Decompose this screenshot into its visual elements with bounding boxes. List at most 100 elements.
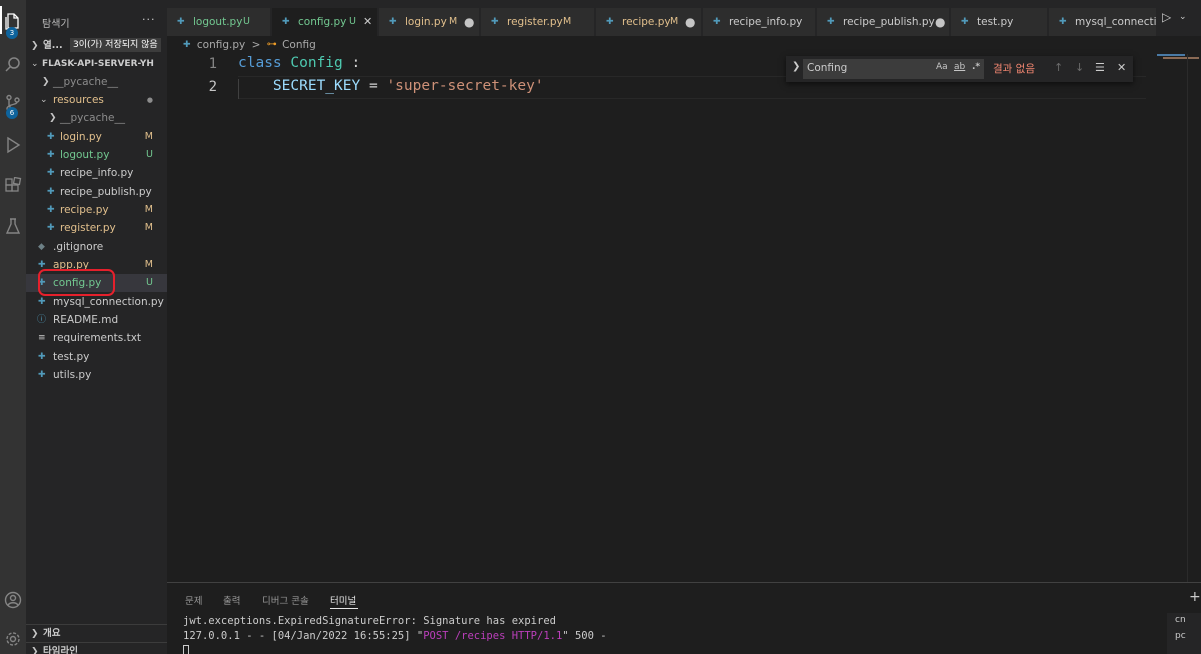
tree-item-recipe-py[interactable]: ✚ recipe.py M xyxy=(26,201,167,219)
tree-item-gitignore[interactable]: ◆ .gitignore xyxy=(26,238,167,256)
chevron-right-icon: ❯ xyxy=(31,41,39,51)
tab-recipe-info-py[interactable]: ✚ recipe_info.py xyxy=(703,8,816,36)
tab-terminal[interactable]: 터미널 xyxy=(330,593,356,607)
editor-tab-bar: ✚ logout.py U ✚ config.py U ✕ ✚ login.py… xyxy=(167,0,1201,36)
unsaved-dot: ● xyxy=(685,15,696,29)
regex-toggle[interactable]: .* xyxy=(972,62,980,72)
python-file-icon: ✚ xyxy=(183,40,191,50)
chevron-right-icon: ❯ xyxy=(49,113,57,123)
search-icon[interactable] xyxy=(0,50,26,80)
tree-item-login-py[interactable]: ✚ login.py M xyxy=(26,128,167,146)
python-file-icon: ✚ xyxy=(47,150,55,160)
code-editor[interactable]: 1 class Config : 2 SECRET_KEY = 'super-s… xyxy=(167,54,1201,582)
tree-item-register-py[interactable]: ✚ register.py M xyxy=(26,219,167,237)
tree-item-logout-py[interactable]: ✚ logout.py U xyxy=(26,146,167,164)
tab-register-py[interactable]: ✚ register.py M xyxy=(481,8,595,36)
timeline-section-header[interactable]: ❯ 타임라인 xyxy=(26,642,167,654)
python-file-icon: ✚ xyxy=(389,17,397,27)
whole-word-toggle[interactable]: ab xyxy=(954,62,965,72)
terminal-list-item[interactable]: pc xyxy=(1175,631,1186,641)
open-editors-label: 열... xyxy=(43,40,63,51)
new-terminal-plus-icon[interactable]: + xyxy=(1189,589,1201,605)
python-file-icon: ✚ xyxy=(38,352,46,362)
chevron-right-icon: ❯ xyxy=(31,647,39,654)
chevron-down-icon: ⌄ xyxy=(31,59,39,69)
settings-gear-icon[interactable] xyxy=(0,624,26,654)
python-file-icon: ✚ xyxy=(177,17,185,27)
terminal-list-item[interactable]: cn xyxy=(1175,615,1186,625)
tab-output[interactable]: 출력 xyxy=(223,593,240,607)
explorer-badge: 3 xyxy=(6,27,18,39)
class-symbol-icon: ⊶ xyxy=(266,39,277,50)
terminal-line: 127.0.0.1 - - [04/Jan/2022 16:55:25] "PO… xyxy=(183,630,607,642)
tree-item-utils-py[interactable]: ✚ utils.py xyxy=(26,366,167,384)
project-name: FLASK-API-SERVER-YH xyxy=(42,59,154,69)
vertical-scrollbar[interactable] xyxy=(1187,54,1201,582)
unsaved-count-badge: 3이(가) 저장되지 않음 xyxy=(70,38,161,52)
text-file-icon: ≡ xyxy=(38,333,46,343)
terminal-line: jwt.exceptions.ExpiredSignatureError: Si… xyxy=(183,615,556,627)
tree-item-resources-pycache[interactable]: ❯ __pycache__ xyxy=(26,109,167,127)
python-file-icon: ✚ xyxy=(282,17,290,27)
code-line[interactable]: SECRET_KEY = 'super-secret-key' xyxy=(238,78,544,94)
tree-item-recipe-publish-py[interactable]: ✚ recipe_publish.py xyxy=(26,183,167,201)
tree-item-requirements-txt[interactable]: ≡ requirements.txt xyxy=(26,329,167,347)
account-icon[interactable] xyxy=(0,585,26,615)
tab-debug-console[interactable]: 디버그 콘솔 xyxy=(262,593,309,607)
python-file-icon: ✚ xyxy=(47,132,55,142)
testing-flask-icon[interactable] xyxy=(0,211,26,241)
line-number: 1 xyxy=(208,56,217,72)
line-number: 2 xyxy=(208,79,217,95)
breadcrumb-file[interactable]: config.py xyxy=(197,37,245,53)
next-match-arrow-icon[interactable]: ↓ xyxy=(1075,61,1084,74)
tab-mysql-connection-py[interactable]: ✚ mysql_connection xyxy=(1049,8,1157,36)
tab-config-py[interactable]: ✚ config.py U ✕ xyxy=(272,8,378,36)
breadcrumb-symbol[interactable]: Config xyxy=(282,37,316,53)
tab-test-py[interactable]: ✚ test.py xyxy=(951,8,1048,36)
python-file-icon: ✚ xyxy=(606,17,614,27)
find-widget: ❯ Confing Aa ab .* 결과 없음 ↑ ↓ ☰ ✕ xyxy=(786,56,1133,82)
sidebar-title: 탐색기 xyxy=(42,19,70,30)
python-file-icon: ✚ xyxy=(961,17,969,27)
run-file-icon[interactable]: ▷ xyxy=(1162,10,1176,26)
close-icon[interactable]: ✕ xyxy=(363,8,372,36)
tab-problems[interactable]: 문제 xyxy=(185,593,202,607)
chevron-right-icon: ❯ xyxy=(42,77,50,87)
code-line[interactable]: class Config : xyxy=(238,55,360,71)
tree-item-test-py[interactable]: ✚ test.py xyxy=(26,348,167,366)
outline-section-header[interactable]: ❯ 개요 xyxy=(26,624,167,642)
tab-login-py[interactable]: ✚ login.py M ● xyxy=(379,8,480,36)
chevron-down-icon[interactable]: ⌄ xyxy=(1179,12,1187,22)
source-control-badge: 6 xyxy=(6,107,18,119)
modified-dot: ● xyxy=(146,96,153,104)
toggle-replace-chevron-icon[interactable]: ❯ xyxy=(792,61,800,72)
previous-match-arrow-icon[interactable]: ↑ xyxy=(1054,61,1063,74)
tab-recipe-publish-py[interactable]: ✚ recipe_publish.py ● xyxy=(817,8,950,36)
python-file-icon: ✚ xyxy=(713,17,721,27)
gear-file-icon: ◆ xyxy=(38,242,45,252)
tab-logout-py[interactable]: ✚ logout.py U xyxy=(167,8,271,36)
python-file-icon: ✚ xyxy=(1059,17,1067,27)
open-editors-header[interactable]: ❯ 열... 3이(가) 저장되지 않음 xyxy=(26,37,167,55)
extensions-icon[interactable] xyxy=(0,171,26,201)
tab-recipe-py[interactable]: ✚ recipe.py M ● xyxy=(596,8,702,36)
terminal-list: cn pc xyxy=(1167,613,1201,654)
more-actions-icon[interactable]: ··· xyxy=(142,13,156,26)
tree-item-pycache[interactable]: ❯ __pycache__ xyxy=(26,73,167,91)
tree-item-readme-md[interactable]: ⓘ README.md xyxy=(26,311,167,329)
activity-bar: 3 6 xyxy=(0,0,26,654)
tree-item-resources[interactable]: ⌄ resources ● xyxy=(26,91,167,109)
run-debug-icon[interactable] xyxy=(0,130,26,160)
match-case-toggle[interactable]: Aa xyxy=(936,62,948,72)
highlight-annotation xyxy=(38,269,115,296)
close-icon[interactable]: ✕ xyxy=(1117,61,1126,74)
tree-item-recipe-info-py[interactable]: ✚ recipe_info.py xyxy=(26,164,167,182)
active-tab-underline xyxy=(330,608,358,609)
find-result-count: 결과 없음 xyxy=(993,63,1035,75)
project-folder-header[interactable]: ⌄ FLASK-API-SERVER-YH xyxy=(26,55,167,73)
chevron-right-icon: ❯ xyxy=(31,629,39,639)
python-file-icon: ✚ xyxy=(47,187,55,197)
python-file-icon: ✚ xyxy=(47,205,55,215)
find-in-selection-icon[interactable]: ☰ xyxy=(1095,61,1105,74)
python-file-icon: ✚ xyxy=(827,17,835,27)
